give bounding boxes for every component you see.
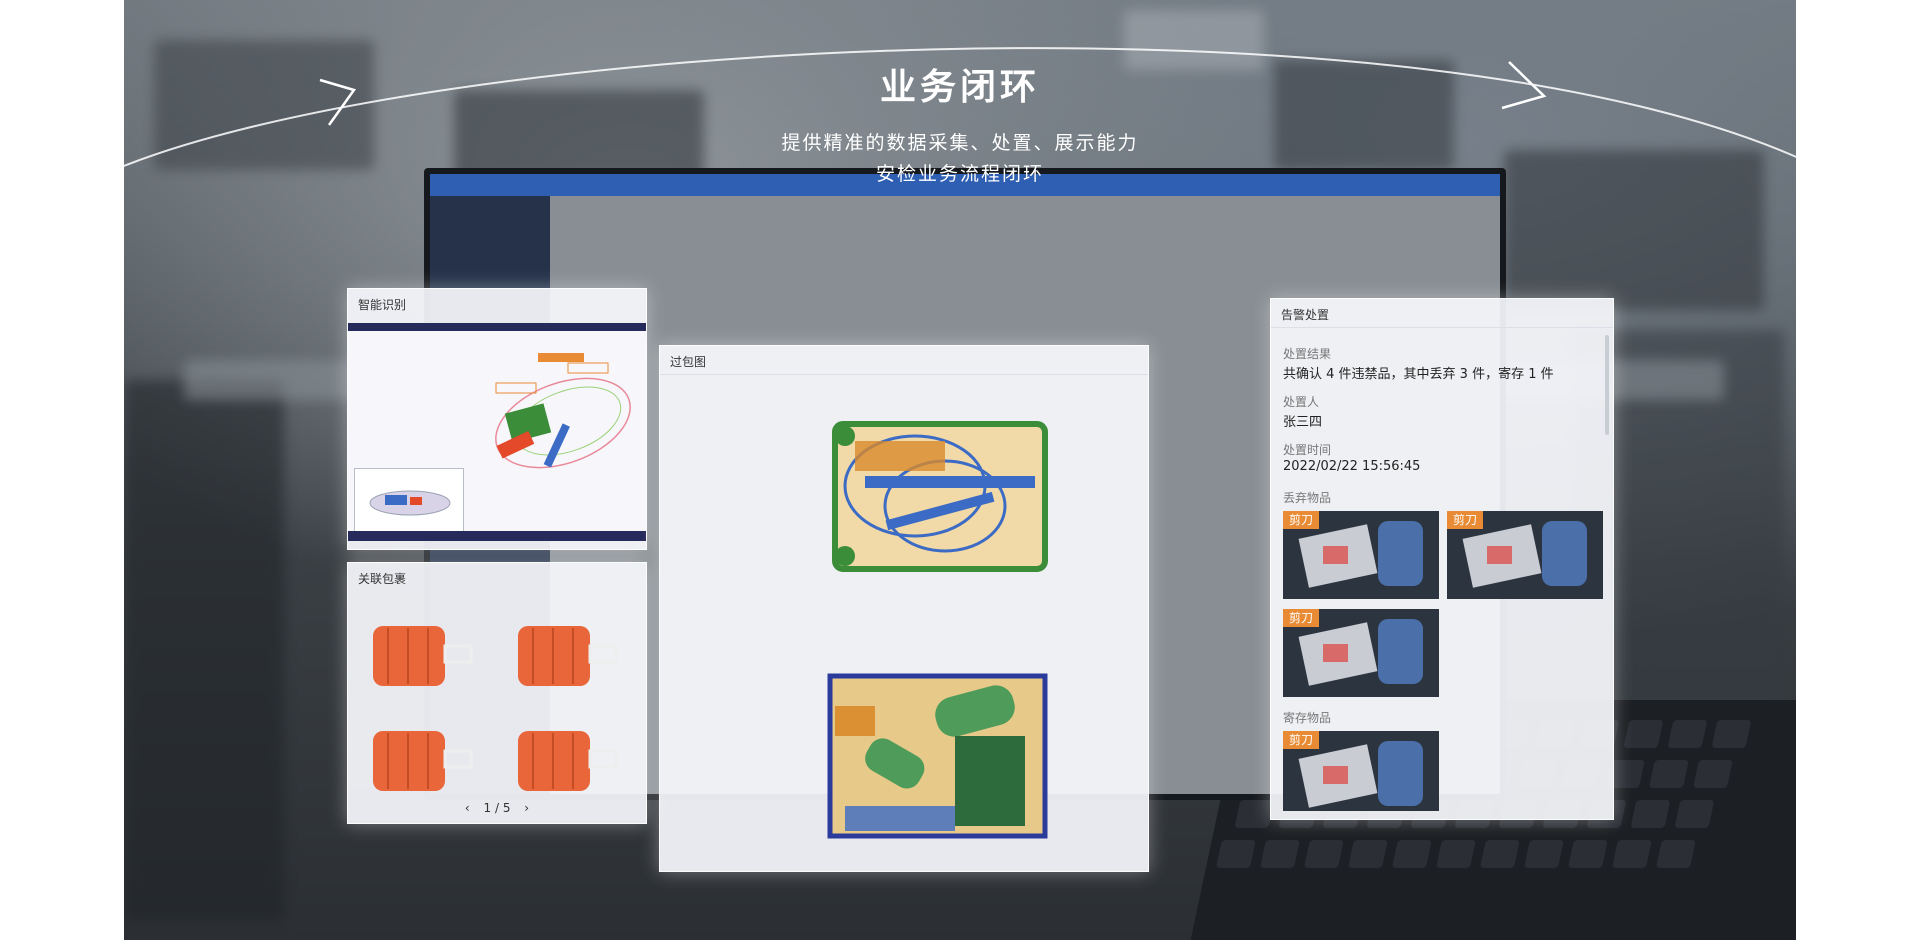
deposited-label: 寄存物品 [1283, 711, 1332, 725]
panel-title: 过包图 [670, 355, 707, 369]
smart-recognition-panel: 智能识别 [347, 288, 647, 550]
handler-label: 处置人 [1283, 395, 1320, 409]
viewer-top-bar [348, 323, 646, 331]
item-badge: 剪刀 [1447, 511, 1484, 529]
bag-thumbnail[interactable] [368, 723, 478, 803]
recognition-view [348, 323, 646, 541]
divider [1271, 327, 1613, 328]
page-indicator: 1 / 5 [483, 801, 511, 815]
viewer-bottom-bar [348, 531, 646, 541]
time-label: 处置时间 [1283, 443, 1332, 457]
hero-title: 业务闭环 [879, 67, 1040, 108]
bg-shape [124, 380, 284, 920]
bag-thumbnail[interactable] [513, 618, 623, 698]
hero-subtitle-line1: 提供精准的数据采集、处置、展示能力 [781, 132, 1139, 154]
deposited-item-photo[interactable]: 剪刀 [1283, 731, 1439, 811]
hero-subtitle-line2: 安检业务流程闭环 [875, 163, 1044, 185]
discarded-item-photo[interactable]: 剪刀 [1447, 511, 1603, 599]
xray-thumbnail-image [369, 490, 451, 516]
scrollbar[interactable] [1605, 335, 1609, 435]
hero-background: 业务闭环 提供精准的数据采集、处置、展示能力 安检业务流程闭环 智能识别 关联包… [124, 0, 1796, 940]
discarded-item-photo[interactable]: 剪刀 [1283, 609, 1439, 697]
item-badge: 剪刀 [1283, 609, 1320, 627]
panel-title: 智能识别 [358, 298, 407, 312]
xray-top-view [832, 421, 1048, 572]
alarm-handling-panel: 告警处置 处置结果 共确认 4 件违禁品，其中丢弃 3 件，寄存 1 件 处置人… [1270, 298, 1614, 820]
recognition-thumbnail[interactable] [354, 468, 464, 534]
bag-thumbnail[interactable] [513, 723, 623, 803]
item-badge: 剪刀 [1283, 511, 1320, 529]
related-bags-panel: 关联包裹 ‹ 1 / 5 › [347, 562, 647, 824]
handler-value: 张三四 [1283, 415, 1323, 430]
xray-side-view [827, 673, 1048, 839]
chevron-left-icon[interactable]: ‹ [465, 801, 470, 815]
bag-thumbnail[interactable] [368, 618, 478, 698]
time-value: 2022/02/22 15:56:45 [1283, 459, 1421, 474]
panel-title: 告警处置 [1281, 308, 1330, 322]
pagination: ‹ 1 / 5 › [348, 801, 646, 815]
discarded-label: 丢弃物品 [1283, 491, 1332, 505]
discarded-item-photo[interactable]: 剪刀 [1283, 511, 1439, 599]
result-value: 共确认 4 件违禁品，其中丢弃 3 件，寄存 1 件 [1283, 367, 1554, 382]
divider [660, 374, 1148, 375]
chevron-right-icon[interactable]: › [524, 801, 529, 815]
panel-title: 关联包裹 [358, 572, 407, 586]
xray-recognition-image [495, 353, 631, 469]
result-label: 处置结果 [1283, 347, 1332, 361]
item-badge: 剪刀 [1283, 731, 1320, 749]
xray-image-panel: 过包图 [659, 345, 1149, 872]
